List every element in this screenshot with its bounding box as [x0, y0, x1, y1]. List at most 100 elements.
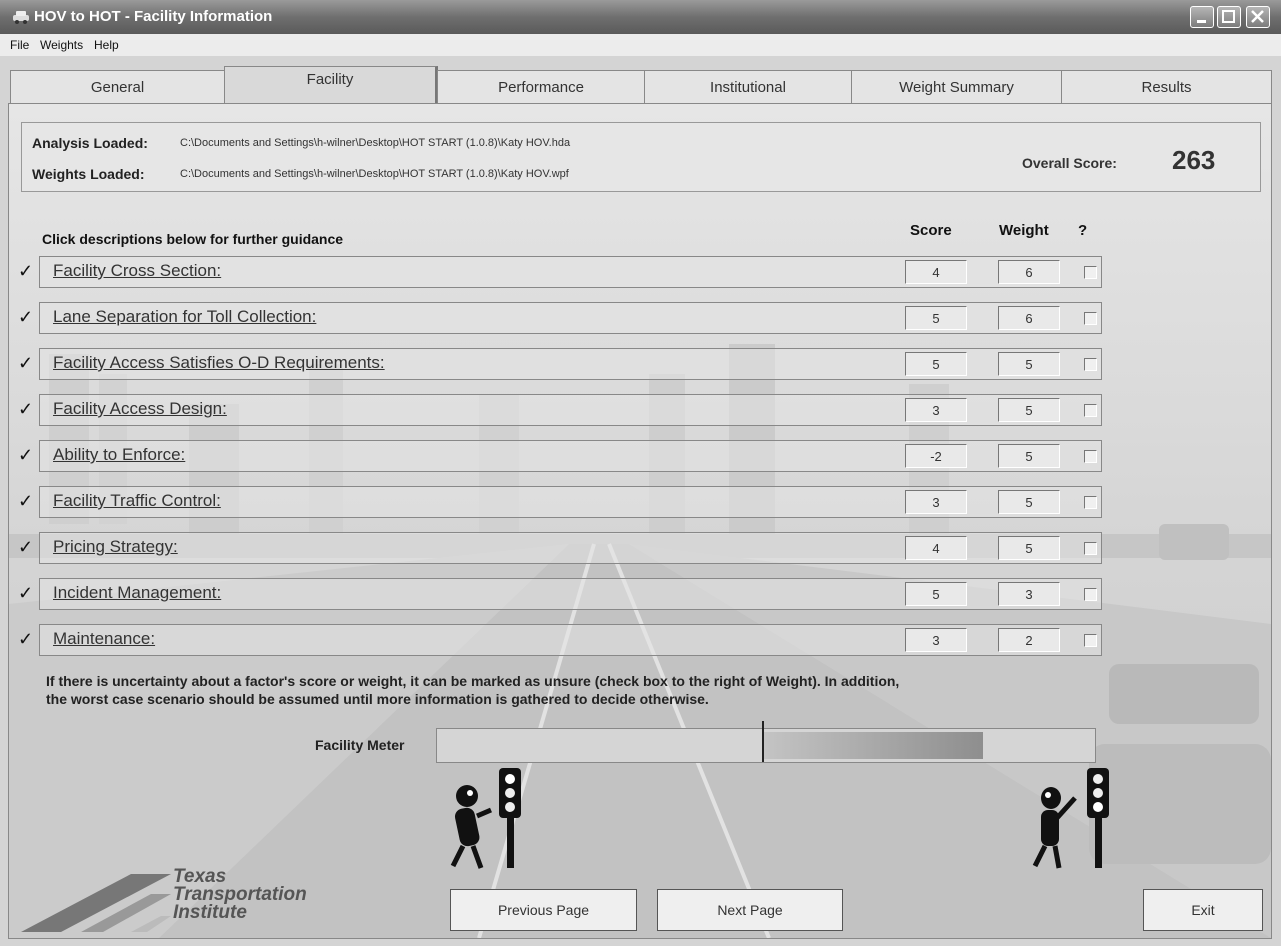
weight-field[interactable]: 3 — [998, 582, 1060, 606]
walking-pedestrian-green-light-icon — [1032, 768, 1109, 869]
weight-field[interactable]: 2 — [998, 628, 1060, 652]
score-field[interactable]: 3 — [905, 490, 967, 514]
score-field[interactable]: 3 — [905, 628, 967, 652]
unsure-checkbox[interactable] — [1084, 588, 1097, 601]
title-bar: HOV to HOT - Facility Information — [0, 0, 1281, 34]
factor-link[interactable]: Ability to Enforce: — [53, 445, 185, 465]
factor-link[interactable]: Pricing Strategy: — [53, 537, 178, 557]
factor-link[interactable]: Maintenance: — [53, 629, 155, 649]
check-mark-icon: ✓ — [18, 353, 34, 373]
unsure-checkbox[interactable] — [1084, 450, 1097, 463]
score-field[interactable]: 4 — [905, 260, 967, 284]
walking-pedestrian-red-light-icon — [450, 768, 521, 869]
next-page-button[interactable]: Next Page — [657, 889, 843, 931]
note-line-2: the worst case scenario should be assume… — [46, 691, 709, 707]
check-mark-icon: ✓ — [18, 261, 34, 281]
unsure-header: ? — [1078, 222, 1088, 239]
minimize-button[interactable] — [1190, 6, 1214, 28]
tab-facility[interactable]: Facility — [224, 66, 438, 104]
menu-bar: File Weights Help — [0, 34, 1281, 56]
score-field[interactable]: 5 — [905, 306, 967, 330]
factor-row-pricing: ✓ Pricing Strategy: 4 5 — [18, 532, 1102, 564]
factor-row-cross-section: ✓ Facility Cross Section: 4 6 — [18, 256, 1102, 288]
score-header: Score — [910, 222, 952, 239]
overall-score-value: 263 — [1172, 145, 1216, 175]
score-field[interactable]: 5 — [905, 352, 967, 376]
previous-page-button[interactable]: Previous Page — [450, 889, 637, 931]
note-line-1: If there is uncertainty about a factor's… — [46, 673, 900, 689]
tab-results[interactable]: Results — [1061, 70, 1272, 104]
factor-link[interactable]: Facility Access Design: — [53, 399, 227, 419]
tab-institutional[interactable]: Institutional — [644, 70, 852, 104]
menu-file[interactable]: File — [10, 38, 29, 52]
unsure-checkbox[interactable] — [1084, 358, 1097, 371]
exit-button[interactable]: Exit — [1143, 889, 1263, 931]
maximize-button[interactable] — [1217, 6, 1241, 28]
factor-row-maintenance: ✓ Maintenance: 3 2 — [18, 624, 1102, 656]
factor-link[interactable]: Facility Access Satisfies O-D Requiremen… — [53, 353, 385, 373]
check-mark-icon: ✓ — [18, 491, 34, 511]
maximize-icon — [1222, 10, 1235, 23]
tab-weight-summary[interactable]: Weight Summary — [851, 70, 1062, 104]
facility-meter-label: Facility Meter — [315, 737, 405, 753]
score-field[interactable]: -2 — [905, 444, 967, 468]
unsure-checkbox[interactable] — [1084, 312, 1097, 325]
score-field[interactable]: 4 — [905, 536, 967, 560]
check-mark-icon: ✓ — [18, 537, 34, 557]
uncertainty-note: If there is uncertainty about a factor's… — [46, 672, 1126, 708]
tti-logo: Texas Transportation Institute — [21, 864, 341, 934]
factor-row-access-od: ✓ Facility Access Satisfies O-D Requirem… — [18, 348, 1102, 380]
meter-fill — [762, 732, 984, 759]
weight-field[interactable]: 5 — [998, 536, 1060, 560]
factor-row-traffic-control: ✓ Facility Traffic Control: 3 5 — [18, 486, 1102, 518]
factor-row-enforce: ✓ Ability to Enforce: -2 5 — [18, 440, 1102, 472]
factor-row-incident: ✓ Incident Management: 5 3 — [18, 578, 1102, 610]
menu-help[interactable]: Help — [94, 38, 119, 52]
tab-general[interactable]: General — [10, 70, 225, 104]
analysis-path: C:\Documents and Settings\h-wilner\Deskt… — [180, 137, 571, 149]
close-button[interactable] — [1246, 6, 1270, 28]
tab-performance[interactable]: Performance — [437, 70, 645, 104]
unsure-checkbox[interactable] — [1084, 542, 1097, 555]
unsure-checkbox[interactable] — [1084, 266, 1097, 279]
guidance-text: Click descriptions below for further gui… — [42, 231, 344, 247]
check-mark-icon: ✓ — [18, 583, 34, 603]
tab-strip: General Facility Performance Institution… — [10, 66, 1272, 104]
check-mark-icon: ✓ — [18, 307, 34, 327]
facility-meter — [436, 721, 1096, 763]
analysis-info-box: Analysis Loaded: C:\Documents and Settin… — [21, 122, 1261, 192]
weight-field[interactable]: 6 — [998, 306, 1060, 330]
check-mark-icon: ✓ — [18, 445, 34, 465]
weight-field[interactable]: 5 — [998, 352, 1060, 376]
weight-field[interactable]: 5 — [998, 398, 1060, 422]
minimize-icon — [1197, 20, 1206, 23]
factor-link[interactable]: Facility Traffic Control: — [53, 491, 221, 511]
tti-logo-mark — [21, 874, 171, 932]
weights-loaded-label: Weights Loaded: — [32, 166, 145, 182]
factor-row-access-design: ✓ Facility Access Design: 3 5 — [18, 394, 1102, 426]
factor-link[interactable]: Lane Separation for Toll Collection: — [53, 307, 316, 327]
unsure-checkbox[interactable] — [1084, 404, 1097, 417]
check-mark-icon: ✓ — [18, 399, 34, 419]
window-title: HOV to HOT - Facility Information — [34, 8, 273, 25]
close-icon — [1251, 10, 1264, 23]
factor-row-lane-separation: ✓ Lane Separation for Toll Collection: 5… — [18, 302, 1102, 334]
unsure-checkbox[interactable] — [1084, 496, 1097, 509]
menu-weights[interactable]: Weights — [40, 38, 83, 52]
weight-field[interactable]: 5 — [998, 490, 1060, 514]
factor-link[interactable]: Facility Cross Section: — [53, 261, 221, 281]
factor-link[interactable]: Incident Management: — [53, 583, 221, 603]
weight-field[interactable]: 5 — [998, 444, 1060, 468]
unsure-checkbox[interactable] — [1084, 634, 1097, 647]
weight-header: Weight — [999, 222, 1049, 239]
score-field[interactable]: 5 — [905, 582, 967, 606]
meter-center-line — [762, 721, 764, 762]
facility-panel: Analysis Loaded: C:\Documents and Settin… — [8, 103, 1272, 939]
overall-score-label: Overall Score: — [1022, 155, 1117, 171]
car-icon — [13, 11, 29, 24]
check-mark-icon: ✓ — [18, 629, 34, 649]
weight-field[interactable]: 6 — [998, 260, 1060, 284]
analysis-loaded-label: Analysis Loaded: — [32, 135, 148, 151]
app-window: HOV to HOT - Facility Information File W… — [0, 0, 1281, 946]
score-field[interactable]: 3 — [905, 398, 967, 422]
